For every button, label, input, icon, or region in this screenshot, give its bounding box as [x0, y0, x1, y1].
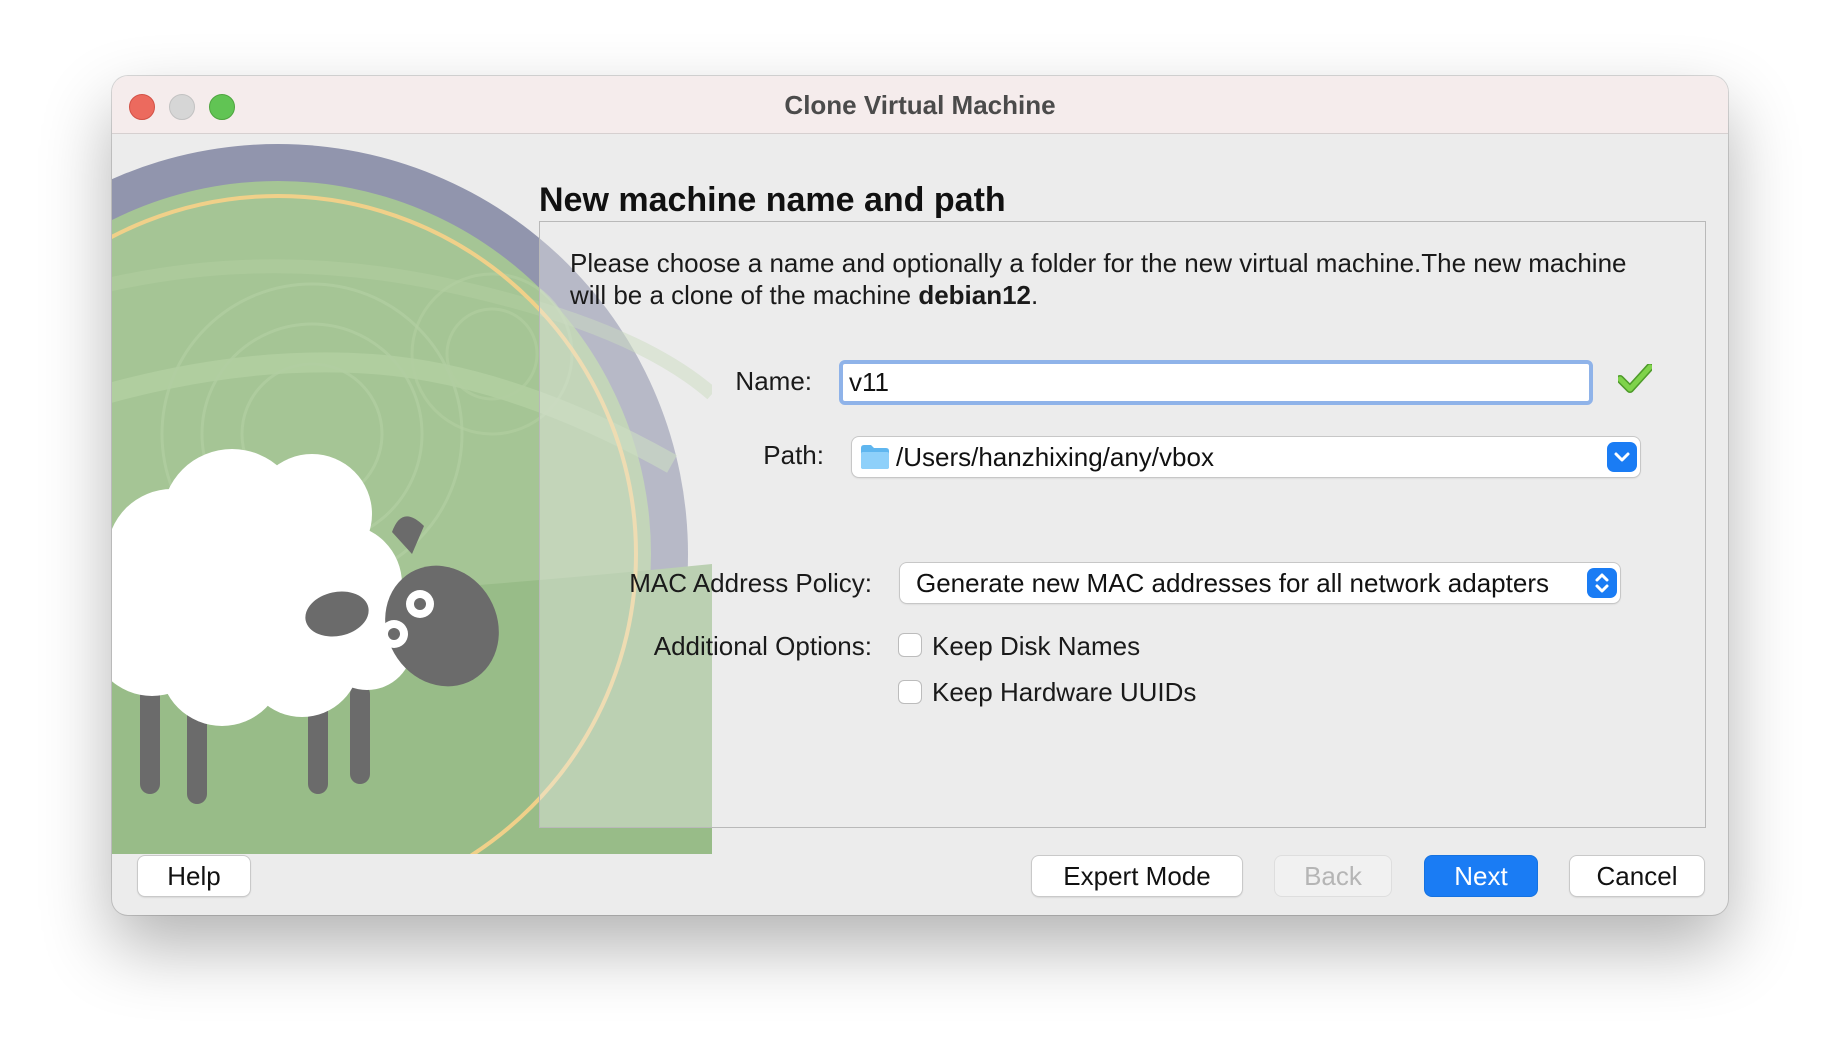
next-button[interactable]: Next — [1425, 856, 1537, 896]
path-label: Path: — [763, 440, 824, 470]
name-input[interactable] — [839, 360, 1593, 405]
keep-disk-names-checkbox[interactable] — [898, 633, 922, 657]
description-text: Please choose a name and optionally a fo… — [570, 247, 1650, 311]
keep-hardware-uuids-checkbox[interactable] — [898, 680, 922, 704]
description-pre: Please choose a name and optionally a fo… — [570, 248, 1627, 310]
name-label: Name: — [735, 366, 812, 396]
page-title: New machine name and path — [539, 181, 1006, 219]
up-down-stepper-icon — [1595, 573, 1609, 593]
chevron-down-icon — [1614, 452, 1630, 462]
path-value: /Users/hanzhixing/any/vbox — [896, 442, 1214, 472]
content-panel — [539, 221, 1706, 828]
title-bar: Clone Virtual Machine — [112, 76, 1728, 134]
mac-policy-select[interactable]: Generate new MAC addresses for all netwo… — [900, 563, 1620, 603]
help-button[interactable]: Help — [138, 856, 250, 896]
mac-policy-stepper-button[interactable] — [1587, 568, 1617, 598]
mac-policy-value: Generate new MAC addresses for all netwo… — [916, 568, 1549, 598]
valid-check-icon — [1618, 364, 1652, 393]
source-machine-name: debian12 — [918, 280, 1032, 310]
additional-options-label: Additional Options: — [653, 631, 872, 661]
expert-mode-button[interactable]: Expert Mode — [1032, 856, 1242, 896]
back-button[interactable]: Back — [1275, 856, 1391, 896]
mac-policy-label: MAC Address Policy: — [629, 568, 872, 598]
window-title: Clone Virtual Machine — [784, 90, 1056, 120]
folder-icon — [861, 445, 889, 469]
keep-disk-names-label[interactable]: Keep Disk Names — [932, 631, 1140, 662]
description-post: . — [1031, 280, 1039, 310]
cancel-button[interactable]: Cancel — [1570, 856, 1704, 896]
path-combo[interactable]: /Users/hanzhixing/any/vbox — [852, 437, 1640, 477]
keep-hardware-uuids-label[interactable]: Keep Hardware UUIDs — [932, 677, 1196, 708]
path-dropdown-button[interactable] — [1607, 442, 1637, 472]
clone-vm-dialog: Clone Virtual Machine New machine name a… — [112, 76, 1728, 915]
